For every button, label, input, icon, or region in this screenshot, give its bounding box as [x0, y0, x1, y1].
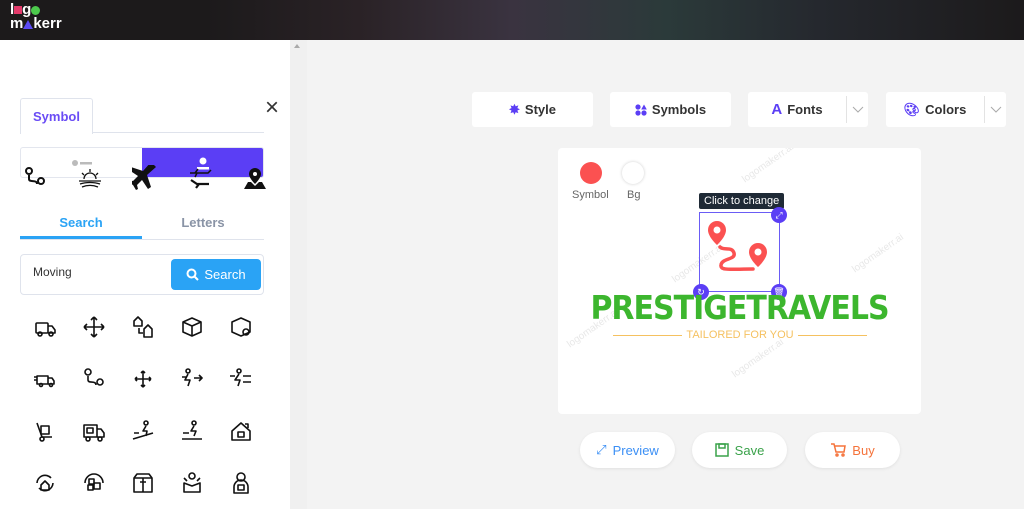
route-icon[interactable]: [79, 364, 109, 394]
delivery-truck-icon[interactable]: [30, 312, 60, 342]
map-pin-icon[interactable]: [240, 163, 270, 193]
tab-search[interactable]: Search: [20, 210, 142, 239]
fast-delivery-icon[interactable]: [30, 364, 60, 394]
colors-dropdown-chevron-icon[interactable]: [984, 96, 1006, 123]
route-symbol[interactable]: [700, 213, 780, 291]
panel-scrollbar[interactable]: [290, 40, 307, 509]
tab-letters[interactable]: Letters: [142, 210, 264, 239]
moving-truck-icon[interactable]: [79, 416, 109, 446]
runner-fast-icon[interactable]: [226, 364, 256, 394]
colors-button[interactable]: 🎨︎ Colors: [886, 92, 1006, 127]
box-open-icon[interactable]: [128, 468, 158, 498]
style-button[interactable]: ✸ Style: [472, 92, 593, 127]
logo-canvas[interactable]: logomakerr.ai logomakerr.ai logomakerr.a…: [558, 148, 921, 414]
font-icon: A: [771, 101, 783, 118]
resize-icon[interactable]: ⤢: [771, 207, 787, 223]
house-moving-icon[interactable]: [128, 312, 158, 342]
buy-button[interactable]: Buy: [805, 432, 900, 468]
house-hand-icon[interactable]: [226, 416, 256, 446]
palette-icon: 🎨︎: [903, 101, 921, 117]
route-icon[interactable]: [20, 163, 50, 193]
expand-icon: ⤢: [596, 442, 607, 457]
search-box: Search: [20, 254, 264, 295]
box-delivery-icon[interactable]: [177, 312, 207, 342]
airplane-icon[interactable]: [130, 163, 160, 193]
cart-icon: [831, 443, 847, 457]
move-arrows-icon[interactable]: [128, 364, 158, 394]
style-icon: ✸: [509, 101, 520, 117]
boxes-icon[interactable]: [79, 468, 109, 498]
runner-line-icon[interactable]: [177, 416, 207, 446]
symbol-color-swatch[interactable]: [580, 162, 602, 184]
bg-color-swatch[interactable]: [622, 162, 644, 184]
symbol-panel: Symbol × Search Letters Search: [0, 40, 290, 509]
brand-name[interactable]: PRESTIGETRAVELS: [558, 289, 921, 328]
save-icon: [714, 443, 729, 457]
hand-truck-icon[interactable]: [30, 416, 60, 446]
symbol-selection[interactable]: [699, 212, 780, 292]
search-icon: [186, 268, 200, 281]
close-icon[interactable]: ×: [262, 96, 282, 120]
logo[interactable]: l g m kerr: [10, 2, 62, 31]
preview-button[interactable]: ⤢ Preview: [580, 432, 675, 468]
person-box-icon[interactable]: [177, 468, 207, 498]
delivery-man-icon[interactable]: [226, 468, 256, 498]
search-button[interactable]: Search: [171, 259, 261, 290]
runner-stairs-icon[interactable]: [128, 416, 158, 446]
runner-icon[interactable]: [177, 364, 207, 394]
symbols-button[interactable]: Symbols: [610, 92, 731, 127]
fonts-dropdown-chevron-icon[interactable]: [846, 96, 868, 123]
top-bar: l g m kerr: [0, 0, 1024, 40]
sunrise-fields-icon[interactable]: [75, 163, 105, 193]
symbols-icon: [635, 103, 647, 116]
tagline[interactable]: TAILORED FOR YOU: [613, 329, 868, 341]
package-icon[interactable]: [226, 312, 256, 342]
tab-symbol[interactable]: Symbol: [20, 98, 93, 134]
search-input[interactable]: [33, 265, 173, 279]
tooltip: Click to change: [699, 193, 785, 209]
airplanes-icon[interactable]: [185, 163, 215, 193]
fonts-button[interactable]: A Fonts: [748, 92, 868, 127]
save-button[interactable]: Save: [692, 432, 787, 468]
house-cycle-icon[interactable]: [30, 468, 60, 498]
move-arrows-icon[interactable]: [79, 312, 109, 342]
